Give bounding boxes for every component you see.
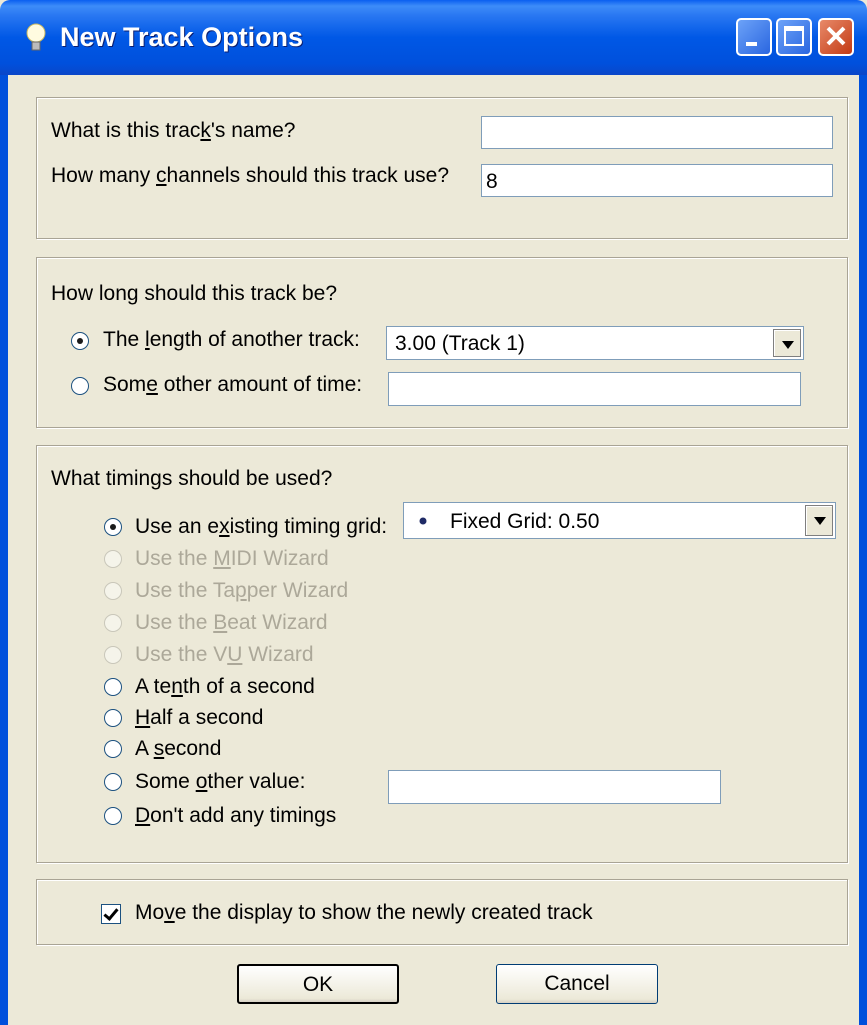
dropdown-arrow-icon[interactable] — [773, 329, 801, 357]
timings-group: What timings should be used? Use an exis… — [36, 445, 848, 863]
grid-bullet-icon — [419, 517, 427, 525]
midi-wizard-radio — [104, 550, 122, 568]
some-other-value-label[interactable]: Some other value: — [135, 770, 305, 794]
timing-grid-select-value: Fixed Grid: 0.50 — [450, 510, 600, 533]
tapper-wizard-radio — [104, 582, 122, 600]
track-length-group: How long should this track be? The lengt… — [36, 257, 848, 428]
length-of-another-track-radio[interactable] — [71, 332, 89, 350]
minimize-button[interactable] — [736, 18, 772, 56]
cancel-button[interactable]: Cancel — [496, 964, 658, 1004]
no-timings-radio[interactable] — [104, 807, 122, 825]
other-amount-of-time-input[interactable] — [388, 372, 801, 406]
timing-grid-select[interactable]: Fixed Grid: 0.50 — [403, 502, 836, 539]
half-a-second-label[interactable]: Half a second — [135, 706, 263, 730]
beat-wizard-radio — [104, 614, 122, 632]
title-bar[interactable]: New Track Options — [0, 0, 867, 75]
midi-wizard-label: Use the MIDI Wizard — [135, 547, 329, 570]
track-length-heading: How long should this track be? — [51, 282, 337, 305]
no-timings-label[interactable]: Don't add any timings — [135, 804, 336, 828]
window-frame-left — [0, 75, 8, 1025]
track-name-label: What is this track's name? — [51, 119, 296, 142]
some-other-value-radio[interactable] — [104, 773, 122, 791]
minimize-icon — [746, 42, 757, 46]
tapper-wizard-label: Use the Tapper Wizard — [135, 579, 349, 602]
window-title: New Track Options — [60, 22, 304, 52]
existing-timing-grid-label[interactable]: Use an existing timing grid: — [135, 515, 387, 539]
a-second-label[interactable]: A second — [135, 737, 221, 761]
tenth-of-a-second-radio[interactable] — [104, 678, 122, 696]
move-display-label[interactable]: Move the display to show the newly creat… — [135, 901, 593, 925]
vu-wizard-label: Use the VU Wizard — [135, 643, 314, 666]
ok-button[interactable]: OK — [237, 964, 399, 1004]
length-of-another-track-label[interactable]: The length of another track: — [103, 328, 360, 352]
channels-input[interactable]: 8 — [481, 164, 833, 197]
radio-dot — [77, 338, 83, 344]
existing-timing-grid-radio[interactable] — [104, 518, 122, 536]
move-display-checkbox[interactable] — [101, 904, 121, 924]
maximize-button[interactable] — [776, 18, 812, 56]
channels-label: How many channels should this track use? — [51, 164, 450, 187]
other-amount-of-time-radio[interactable] — [71, 377, 89, 395]
new-track-options-dialog: New Track Options What is this track's n… — [0, 0, 867, 1025]
half-a-second-radio[interactable] — [104, 709, 122, 727]
window-frame-right — [859, 75, 867, 1025]
vu-wizard-radio — [104, 646, 122, 664]
other-value-input[interactable] — [388, 770, 721, 804]
close-icon — [826, 26, 846, 46]
move-display-group: Move the display to show the newly creat… — [36, 879, 848, 945]
dropdown-arrow-icon[interactable] — [805, 505, 833, 536]
beat-wizard-label: Use the Beat Wizard — [135, 611, 328, 634]
radio-dot — [110, 524, 116, 530]
maximize-icon — [784, 26, 804, 46]
timings-heading: What timings should be used? — [51, 467, 333, 490]
other-amount-of-time-label[interactable]: Some other amount of time: — [103, 373, 362, 397]
tenth-of-a-second-label[interactable]: A tenth of a second — [135, 675, 315, 699]
track-name-group: What is this track's name? How many chan… — [36, 97, 848, 239]
close-button[interactable] — [818, 18, 854, 56]
other-track-select[interactable]: 3.00 (Track 1) — [386, 326, 804, 360]
lightbulb-icon — [26, 23, 46, 51]
a-second-radio[interactable] — [104, 740, 122, 758]
other-track-select-value: 3.00 (Track 1) — [395, 332, 525, 355]
track-name-input[interactable] — [481, 116, 833, 149]
